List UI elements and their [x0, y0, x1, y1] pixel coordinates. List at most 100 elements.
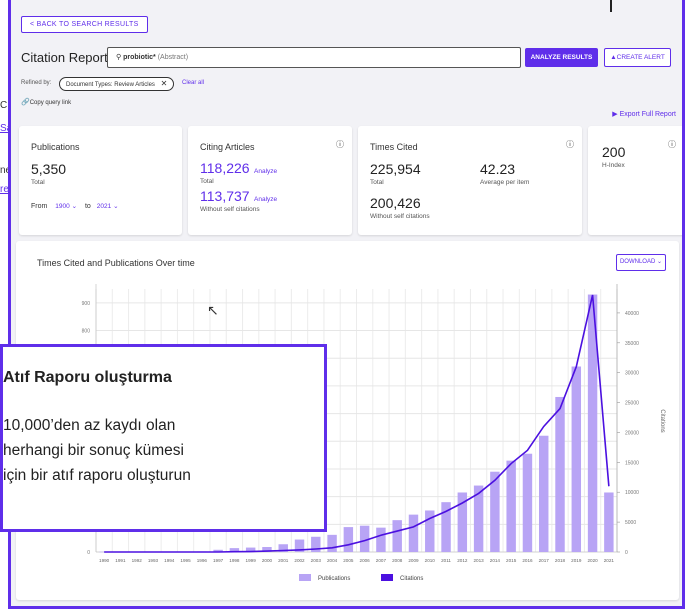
citing-value[interactable]: 118,226: [200, 160, 250, 176]
x-tick-label: 2001: [278, 558, 289, 563]
h-index-value: 200: [602, 144, 626, 160]
x-tick-label: 2021: [604, 558, 615, 563]
publications-bar: [522, 453, 533, 552]
x-tick-label: 1995: [180, 558, 191, 563]
publications-bar: [571, 366, 582, 552]
clear-all-link[interactable]: Clear all: [182, 80, 204, 86]
chevron-down-icon: ⌄: [71, 203, 78, 210]
analyze-results-button[interactable]: ANALYZE RESULTS: [525, 48, 598, 67]
refined-by-label: Refined by:: [21, 80, 52, 86]
search-field-label: (Abstract): [157, 54, 189, 61]
year-range: From 1900 ⌄ to 2021 ⌄: [31, 202, 119, 210]
x-tick-label: 2019: [571, 558, 582, 563]
x-tick-label: 1994: [164, 558, 175, 563]
y-left-tick-label: 900: [82, 301, 91, 307]
y-right-tick-label: 10000: [625, 490, 639, 496]
average-value: 42.23: [480, 161, 516, 177]
x-tick-label: 2016: [522, 558, 533, 563]
citing-value-row: 118,226 Analyze: [200, 160, 277, 178]
x-tick-label: 1999: [246, 558, 257, 563]
y-right-axis-label: Citations: [659, 409, 665, 432]
back-to-search-button[interactable]: < BACK TO SEARCH RESULTS: [21, 16, 148, 33]
h-index-card: ⓘ 200 H-Index: [588, 126, 682, 235]
publications-bar: [376, 527, 386, 552]
citing-title: Citing Articles: [200, 142, 255, 152]
chevron-down-icon: ⌄: [113, 203, 119, 210]
info-icon[interactable]: ⓘ: [336, 139, 344, 150]
x-tick-label: 2018: [555, 558, 566, 563]
create-alert-label: CREATE ALERT: [616, 54, 665, 61]
copy-query-label: Copy query link: [29, 100, 72, 106]
x-tick-label: 2007: [376, 558, 387, 563]
x-tick-label: 1990: [99, 558, 110, 563]
to-year-value: 2021: [96, 203, 112, 210]
citing-value2-row: 113,737 Analyze: [200, 188, 277, 206]
citing-sub2: Without self citations: [200, 206, 260, 213]
to-label: to: [84, 203, 91, 210]
x-tick-label: 2010: [425, 558, 436, 563]
popup-line: için bir atıf raporu oluşturun: [3, 467, 191, 484]
create-alert-button[interactable]: ▲CREATE ALERT: [604, 48, 671, 67]
x-tick-label: 2000: [262, 558, 273, 563]
publications-bar: [506, 460, 516, 552]
search-term: probiotic*: [123, 54, 156, 61]
publications-title: Publications: [31, 142, 80, 152]
to-year-select[interactable]: 2021 ⌄: [97, 203, 119, 210]
citing-analyze-link[interactable]: Analyze: [254, 168, 277, 175]
x-tick-label: 1991: [115, 558, 126, 563]
export-full-report-button[interactable]: ▶ Export Full Report: [612, 110, 676, 118]
legend-citations-swatch: [381, 574, 393, 581]
x-tick-label: 1993: [148, 558, 159, 563]
x-tick-label: 2011: [441, 558, 451, 563]
y-right-tick-label: 0: [625, 550, 628, 556]
search-query-field[interactable]: ⚲ probiotic* (Abstract): [107, 47, 521, 68]
y-right-tick-label: 35000: [625, 341, 639, 347]
y-right-tick-label: 40000: [625, 311, 639, 317]
x-tick-label: 2012: [457, 558, 468, 563]
x-tick-label: 2004: [327, 558, 338, 563]
y-left-tick-label: 0: [87, 550, 90, 556]
popup-body: 10,000’den az kaydı olan herhangi bir so…: [3, 413, 323, 488]
y-right-tick-label: 20000: [625, 430, 639, 436]
publications-bar: [408, 514, 419, 552]
average-sub: Average per item: [480, 179, 530, 186]
publications-bar: [539, 435, 549, 552]
export-icon: ▶: [612, 111, 618, 118]
publications-bar: [555, 396, 565, 552]
h-index-sub: H-Index: [602, 162, 625, 169]
times-cited-sub2: Without self citations: [370, 213, 430, 220]
from-label: From: [31, 203, 48, 210]
citing-value2[interactable]: 113,737: [200, 188, 250, 204]
search-icon: ⚲: [116, 54, 122, 61]
close-icon[interactable]: ✕: [161, 79, 168, 88]
copy-query-link[interactable]: 🔗Copy query link: [21, 98, 71, 106]
legend-citations-label: Citations: [400, 576, 423, 582]
citing-analyze-link-2[interactable]: Analyze: [254, 196, 277, 203]
publications-card: Publications 5,350 Total From 1900 ⌄ to …: [19, 126, 182, 235]
publications-sub: Total: [31, 179, 45, 186]
filter-chip[interactable]: Document Types: Review Articles ✕: [59, 77, 175, 91]
from-year-select[interactable]: 1900 ⌄: [55, 203, 77, 210]
times-cited-sub: Total: [370, 179, 384, 186]
export-label: Export Full Report: [619, 111, 676, 118]
times-cited-title: Times Cited: [370, 142, 418, 152]
filter-chip-label: Document Types: Review Articles: [66, 82, 155, 88]
x-tick-label: 2020: [587, 558, 598, 563]
x-tick-label: 1997: [213, 558, 224, 563]
x-tick-label: 2009: [408, 558, 419, 563]
popup-line: herhangi bir sonuç kümesi: [3, 442, 184, 459]
info-icon[interactable]: ⓘ: [566, 139, 574, 150]
publications-value: 5,350: [31, 161, 67, 177]
tutorial-popup: Atıf Raporu oluşturma 10,000’den az kayd…: [0, 344, 327, 532]
y-right-tick-label: 25000: [625, 401, 639, 407]
info-icon[interactable]: ⓘ: [668, 139, 676, 150]
x-tick-label: 1998: [229, 558, 240, 563]
x-tick-label: 2013: [473, 558, 484, 563]
from-year-value: 1900: [55, 203, 70, 210]
y-right-tick-label: 30000: [625, 371, 639, 377]
x-tick-label: 2002: [294, 558, 305, 563]
times-cited-value: 225,954: [370, 161, 421, 177]
page-title: Citation Report: [21, 50, 108, 65]
y-left-tick-label: 800: [82, 329, 91, 335]
publications-bar: [604, 492, 614, 552]
